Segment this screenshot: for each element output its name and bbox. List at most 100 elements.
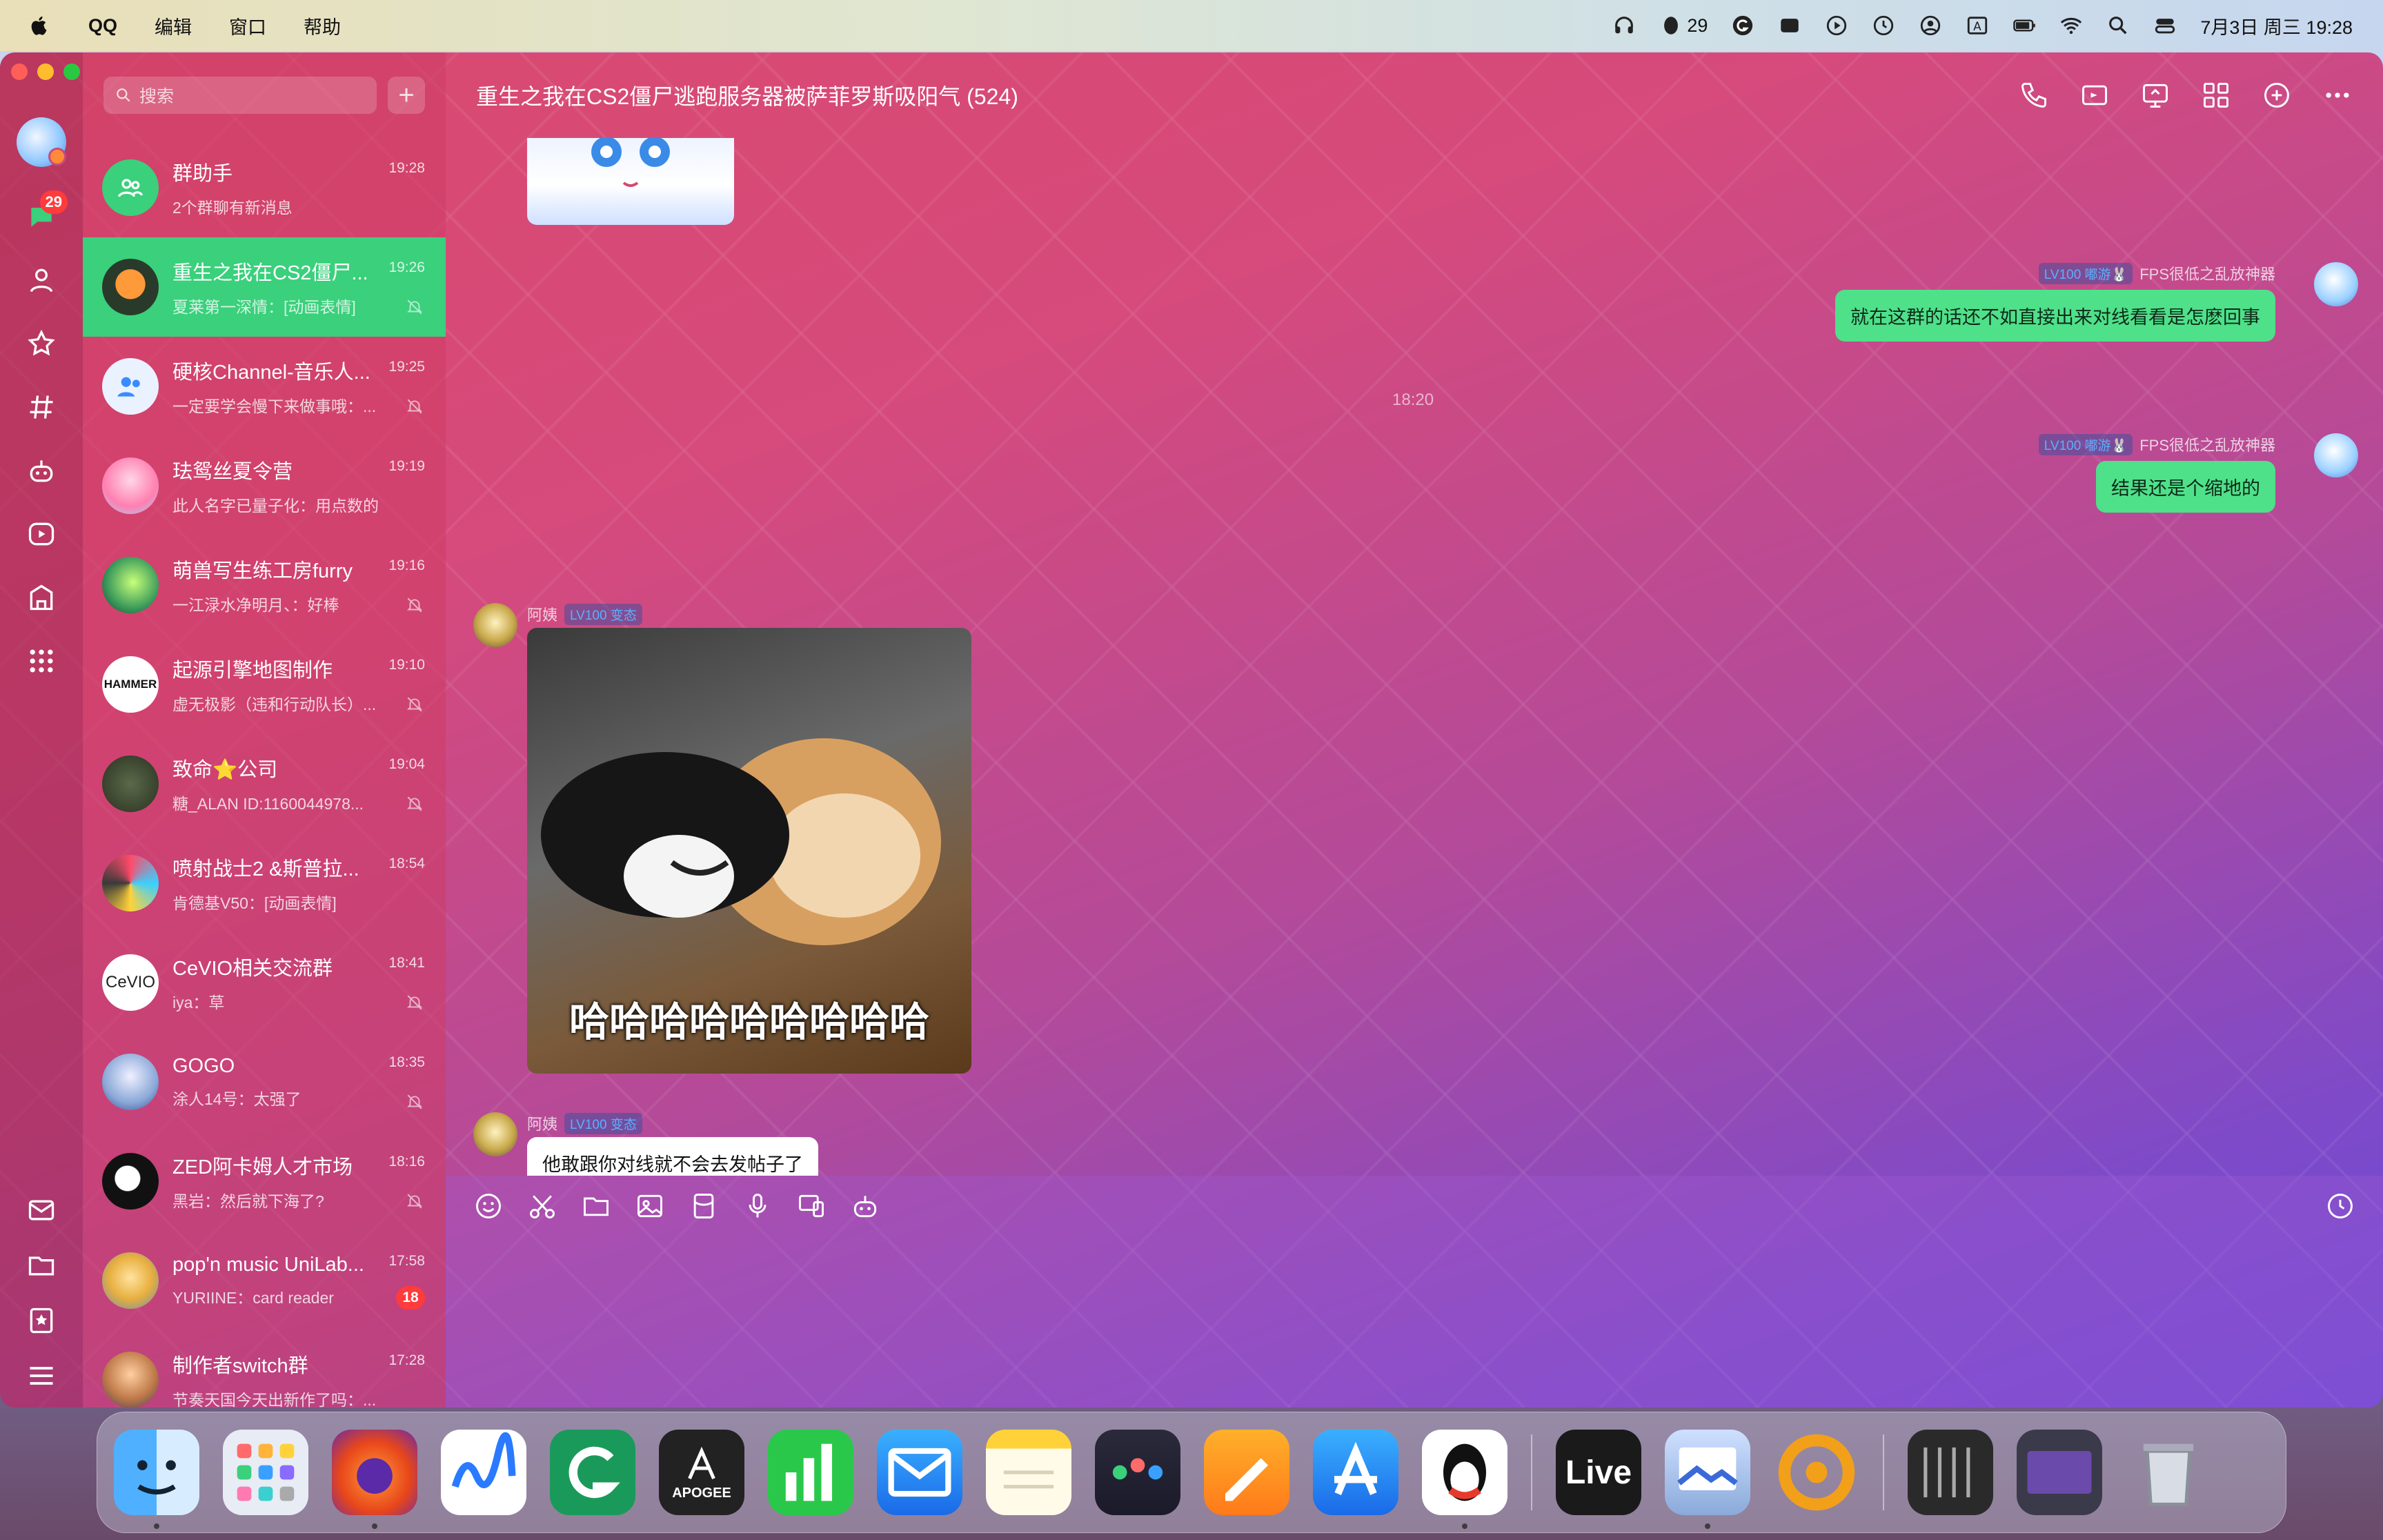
app-name-menu[interactable]: QQ bbox=[88, 15, 117, 37]
menu-edit[interactable]: 编辑 bbox=[155, 12, 192, 39]
search-input[interactable]: 搜索 bbox=[103, 77, 377, 114]
pages-app[interactable] bbox=[1204, 1430, 1289, 1515]
firefox-app[interactable] bbox=[332, 1430, 417, 1529]
qq-app[interactable] bbox=[1422, 1430, 1507, 1529]
microphone-icon[interactable] bbox=[742, 1191, 773, 1221]
spotlight-search-icon[interactable] bbox=[2106, 14, 2130, 37]
more-options-icon[interactable] bbox=[2322, 80, 2353, 110]
recent-window-thumbnail[interactable] bbox=[2017, 1430, 2102, 1515]
message-composer[interactable] bbox=[446, 1176, 2383, 1408]
apple-menu-icon[interactable] bbox=[28, 14, 51, 37]
wifi-icon[interactable] bbox=[2059, 14, 2083, 37]
finder-app[interactable] bbox=[114, 1430, 199, 1529]
conversation-item[interactable]: 群助手 2个群聊有新消息 19:28 bbox=[83, 138, 446, 237]
message-bubble[interactable]: 结果还是个缩地的 bbox=[2096, 461, 2275, 513]
trash-app[interactable] bbox=[2126, 1430, 2211, 1515]
conversation-item-active[interactable]: 重生之我在CS2僵尸... 夏莱第一深情：[动画表情] 19:26 bbox=[83, 237, 446, 337]
conversation-time: 18:41 bbox=[388, 955, 425, 971]
nav-channels[interactable] bbox=[22, 388, 61, 426]
history-clock-icon[interactable] bbox=[2325, 1191, 2355, 1221]
sender-avatar[interactable] bbox=[2314, 262, 2358, 306]
minimize-window-button[interactable] bbox=[37, 63, 54, 80]
battery-icon[interactable] bbox=[2013, 14, 2036, 37]
audio-app[interactable] bbox=[1774, 1430, 1859, 1515]
game-app[interactable] bbox=[1095, 1430, 1180, 1515]
grammarly-app[interactable] bbox=[550, 1430, 635, 1515]
conversation-item[interactable]: 喷射战士2 &斯普拉... 肯德基V50：[动画表情] 18:54 bbox=[83, 833, 446, 933]
video-call-icon[interactable] bbox=[2079, 80, 2110, 110]
control-center-icon[interactable] bbox=[2153, 14, 2177, 37]
conversation-item[interactable]: CeVIO CeVIO相关交流群 iya：草 18:41 bbox=[83, 933, 446, 1032]
conversation-item[interactable]: pop'n music UniLab... YURIINE：card reader… bbox=[83, 1231, 446, 1330]
add-chat-icon[interactable] bbox=[2262, 80, 2292, 110]
nav-files[interactable] bbox=[22, 1246, 61, 1285]
apogee-app[interactable]: APOGEE bbox=[659, 1430, 744, 1515]
menu-window[interactable]: 窗口 bbox=[229, 12, 266, 39]
notes-app[interactable] bbox=[986, 1430, 1071, 1515]
mail-app[interactable] bbox=[877, 1430, 962, 1515]
qq-status-item[interactable]: 29 bbox=[1659, 14, 1708, 37]
message-bubble[interactable]: 他敢跟你对线就不会去发帖子了 bbox=[527, 1137, 818, 1176]
freeform-squiggle-icon bbox=[451, 1432, 516, 1488]
launchpad-app[interactable] bbox=[223, 1430, 308, 1515]
conversation-item[interactable]: ZED阿卡姆人才市场 黑岩：然后就下海了? 18:16 bbox=[83, 1132, 446, 1231]
screenshot-scissors-icon[interactable] bbox=[527, 1191, 557, 1221]
image-icon[interactable] bbox=[635, 1191, 665, 1221]
anime-sticker-image[interactable] bbox=[527, 138, 734, 225]
conversation-item[interactable]: 珐鸳丝夏令营 此人名字已量子化：用点数的 19:19 bbox=[83, 436, 446, 535]
robot-assistant-icon[interactable] bbox=[850, 1191, 880, 1221]
nav-bookmarks[interactable] bbox=[22, 1301, 61, 1340]
nav-favorites[interactable] bbox=[22, 324, 61, 363]
grammarly-icon[interactable] bbox=[1731, 14, 1754, 37]
conversation-preview: 肯德基V50：[动画表情] bbox=[172, 894, 337, 912]
sender-avatar[interactable] bbox=[473, 1112, 517, 1156]
close-window-button[interactable] bbox=[11, 63, 28, 80]
nav-messages[interactable]: 29 bbox=[22, 190, 68, 236]
apps-grid-icon[interactable] bbox=[2201, 80, 2231, 110]
nav-video[interactable] bbox=[22, 515, 61, 553]
freeform-app[interactable] bbox=[441, 1430, 526, 1515]
conversation-item[interactable]: 硬核Channel-音乐人... 一定要学会慢下来做事哦：... 19:25 bbox=[83, 337, 446, 436]
input-source-icon[interactable]: A bbox=[1966, 14, 1989, 37]
screen-share-small-icon[interactable] bbox=[796, 1191, 827, 1221]
conversation-item[interactable]: 萌兽写生练工房furry 一江渌水净明月、：好棒 19:16 bbox=[83, 535, 446, 635]
conversation-item[interactable]: GOGO 涂人14号：太强了 18:35 bbox=[83, 1032, 446, 1132]
phone-call-icon[interactable] bbox=[2019, 80, 2049, 110]
nav-games[interactable] bbox=[22, 578, 61, 617]
menubar-clock[interactable]: 7月3日 周三 19:28 bbox=[2200, 12, 2353, 39]
nav-bot[interactable] bbox=[22, 451, 61, 490]
notification-icon[interactable] bbox=[1778, 14, 1801, 37]
dock-separator bbox=[1883, 1434, 1884, 1510]
sender-avatar[interactable] bbox=[473, 603, 517, 647]
app-store-app[interactable] bbox=[1313, 1430, 1398, 1515]
ableton-live-app[interactable]: Live bbox=[1556, 1430, 1641, 1515]
nav-mail[interactable] bbox=[22, 1191, 61, 1230]
time-machine-icon[interactable] bbox=[1872, 14, 1895, 37]
menu-help[interactable]: 帮助 bbox=[304, 12, 341, 39]
red-packet-icon[interactable] bbox=[689, 1191, 719, 1221]
conversation-item[interactable]: 致命⭐️公司 糖_ALAN ID:1160044978... 19:04 bbox=[83, 734, 446, 833]
file-folder-icon[interactable] bbox=[581, 1191, 611, 1221]
conversation-avatar bbox=[102, 358, 159, 415]
message-list[interactable]: LV100 嘟游🐰 FPS很低之乱放神器 就在这群的话还不如直接出来对线看看是怎… bbox=[446, 138, 2383, 1176]
emoji-icon[interactable] bbox=[473, 1191, 504, 1221]
create-button[interactable]: + bbox=[388, 77, 425, 114]
nav-more-menu[interactable] bbox=[22, 1356, 61, 1395]
user-avatar[interactable] bbox=[17, 117, 66, 167]
nav-contacts[interactable] bbox=[22, 261, 61, 299]
play-icon[interactable] bbox=[1825, 14, 1848, 37]
conversation-item[interactable]: HAMMER 起源引擎地图制作 虚无极影（违和行动队长）... 19:10 bbox=[83, 635, 446, 734]
preview-app[interactable] bbox=[1665, 1430, 1750, 1529]
user-account-icon[interactable] bbox=[1919, 14, 1942, 37]
message-bubble[interactable]: 就在这群的话还不如直接出来对线看看是怎麽回事 bbox=[1835, 290, 2275, 342]
zoom-window-button[interactable] bbox=[63, 63, 80, 80]
nav-apps[interactable] bbox=[22, 642, 61, 680]
numbers-app[interactable] bbox=[768, 1430, 853, 1515]
conversation-time: 17:58 bbox=[388, 1253, 425, 1269]
screen-share-icon[interactable] bbox=[2140, 80, 2171, 110]
conversation-item[interactable]: 制作者switch群 节奏天国今天出新作了吗：... 17:28 bbox=[83, 1330, 446, 1408]
headphones-icon[interactable] bbox=[1612, 14, 1636, 37]
dog-sticker-gif[interactable]: 哈哈哈哈哈哈哈哈哈 bbox=[527, 628, 971, 1074]
mixer-window-thumbnail[interactable] bbox=[1908, 1430, 1993, 1515]
sender-avatar[interactable] bbox=[2314, 433, 2358, 477]
